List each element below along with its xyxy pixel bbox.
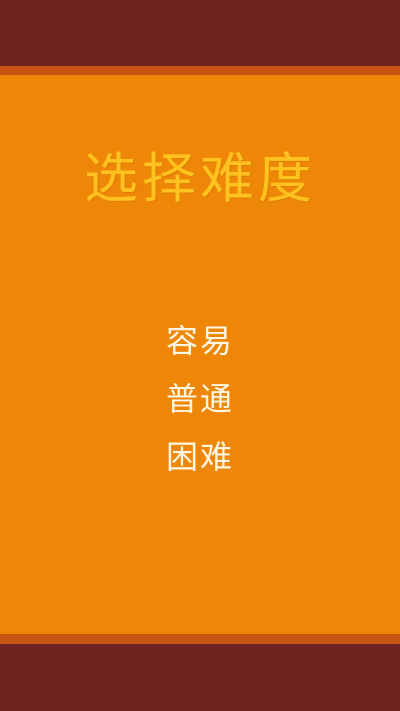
difficulty-hard-button[interactable]: 困难 [140, 434, 260, 492]
top-frame-bar [0, 0, 400, 66]
difficulty-menu: 容易 普通 困难 [0, 318, 400, 492]
screen-title: 选择难度 [84, 147, 316, 210]
top-accent-stripe [0, 66, 400, 75]
bottom-accent-stripe [0, 634, 400, 644]
bottom-frame-bar [0, 644, 400, 711]
difficulty-normal-button[interactable]: 普通 [140, 376, 260, 434]
difficulty-easy-button[interactable]: 容易 [140, 318, 260, 376]
